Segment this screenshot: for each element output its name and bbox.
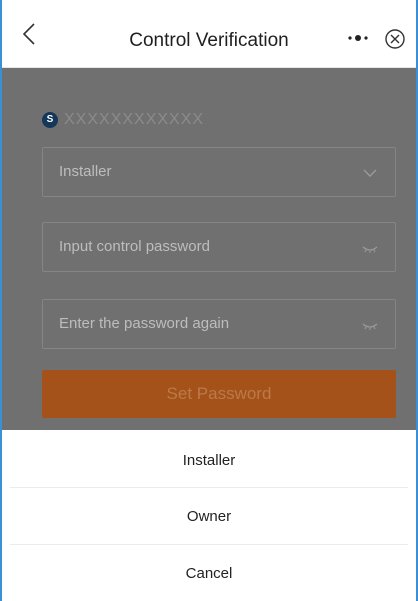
set-password-button[interactable]: Set Password bbox=[42, 370, 396, 418]
sheet-cancel-button[interactable]: Cancel bbox=[2, 545, 416, 601]
role-action-sheet: Installer Owner Cancel bbox=[2, 430, 416, 601]
password-input[interactable]: Input control password bbox=[42, 222, 396, 272]
close-circle-icon[interactable] bbox=[384, 28, 406, 50]
app-frame: Control Verification S XXXXXXXXXXXX Inst… bbox=[0, 0, 418, 601]
chevron-down-icon bbox=[361, 165, 379, 181]
eye-closed-icon[interactable] bbox=[361, 240, 379, 256]
serial-badge-icon: S bbox=[42, 112, 58, 128]
confirm-password-placeholder: Enter the password again bbox=[59, 315, 230, 332]
more-dots-icon[interactable] bbox=[346, 30, 370, 46]
dimmed-content: S XXXXXXXXXXXX Installer Input control p… bbox=[2, 68, 416, 430]
device-serial: XXXXXXXXXXXX bbox=[64, 111, 205, 128]
header-bar: Control Verification bbox=[2, 0, 416, 68]
eye-closed-icon[interactable] bbox=[361, 317, 379, 333]
role-select-value: Installer bbox=[59, 163, 112, 180]
sheet-option-owner[interactable]: Owner bbox=[2, 488, 416, 545]
role-select[interactable]: Installer bbox=[42, 147, 396, 197]
sheet-option-installer[interactable]: Installer bbox=[2, 432, 416, 489]
password-placeholder: Input control password bbox=[59, 238, 210, 255]
confirm-password-input[interactable]: Enter the password again bbox=[42, 299, 396, 349]
